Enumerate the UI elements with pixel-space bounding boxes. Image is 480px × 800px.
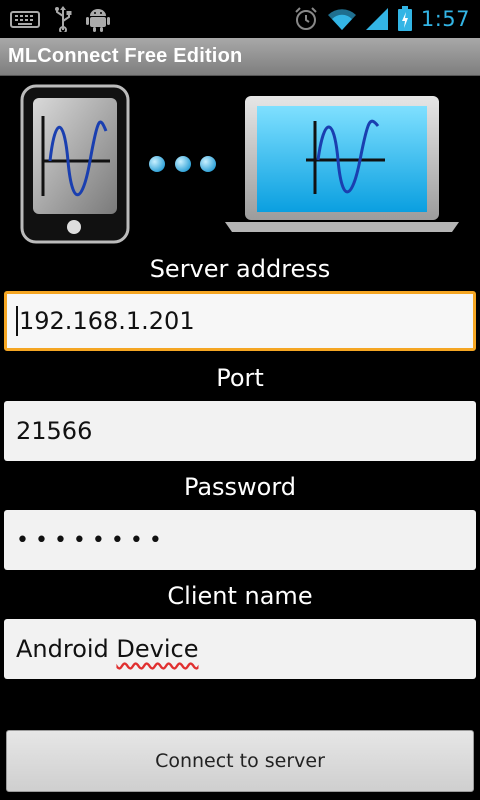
keyboard-icon bbox=[10, 11, 40, 28]
status-system: 1:57 bbox=[293, 4, 470, 34]
password-value: •••••••• bbox=[16, 527, 168, 553]
connection-illustration bbox=[20, 84, 459, 244]
app-title: MLConnect Free Edition bbox=[8, 45, 243, 67]
status-bar: 1:57 bbox=[0, 0, 480, 38]
wifi-icon bbox=[327, 9, 356, 30]
app-title-bar: MLConnect Free Edition bbox=[0, 38, 480, 76]
battery-icon bbox=[397, 6, 412, 31]
password-input[interactable]: •••••••• bbox=[4, 510, 476, 570]
status-time: 1:57 bbox=[420, 7, 470, 31]
port-label: Port bbox=[216, 364, 264, 392]
alarm-icon bbox=[295, 7, 317, 30]
server-address-value: 192.168.1.201 bbox=[19, 307, 195, 335]
server-address-input[interactable]: 192.168.1.201 bbox=[4, 291, 476, 351]
client-name-value: Android Device bbox=[16, 635, 199, 663]
status-notifications bbox=[10, 6, 110, 32]
android-debug-icon bbox=[86, 9, 110, 32]
client-name-input[interactable]: Android Device bbox=[4, 619, 476, 679]
laptop-icon bbox=[225, 96, 459, 232]
signal-icon bbox=[365, 8, 388, 30]
password-label: Password bbox=[183, 473, 297, 501]
port-input[interactable]: 21566 bbox=[4, 401, 476, 461]
connection-dots-icon bbox=[149, 156, 216, 172]
client-name-prefix: Android bbox=[16, 635, 117, 663]
server-address-label: Server address bbox=[149, 255, 331, 283]
phone-icon bbox=[20, 84, 130, 244]
text-caret bbox=[16, 306, 18, 336]
usb-icon bbox=[55, 6, 72, 32]
client-name-label: Client name bbox=[167, 582, 313, 610]
port-value: 21566 bbox=[16, 417, 93, 445]
connect-to-server-button[interactable]: Connect to server bbox=[6, 730, 474, 792]
client-name-misspelled-word: Device bbox=[116, 635, 199, 663]
